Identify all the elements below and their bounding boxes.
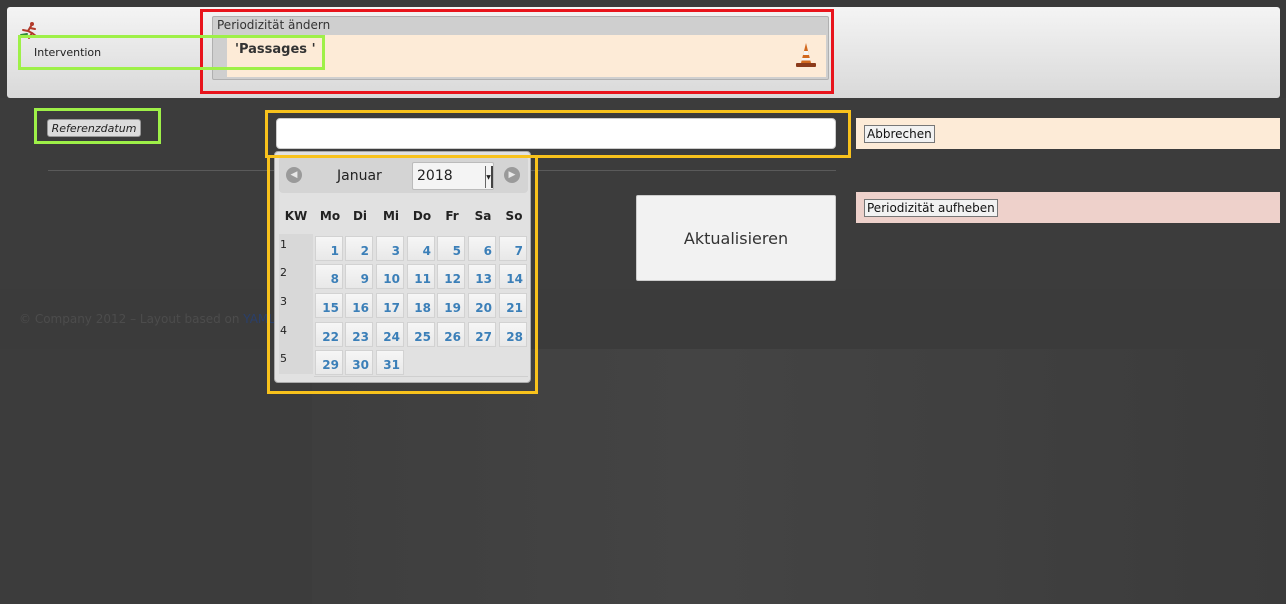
datepicker: ◀ Januar 2018 ▼ ▶ KW Mo Di Mi Do Fr Sa So 1 1 2 3 4 5…	[274, 151, 531, 383]
datepicker-header: ◀ Januar 2018 ▼ ▶	[279, 156, 528, 193]
week-number: 2	[280, 266, 287, 279]
chevron-right-icon[interactable]: ▶	[504, 167, 520, 183]
intervention-label: Intervention	[34, 46, 102, 59]
day-cell[interactable]: 27	[468, 322, 496, 347]
day-cell[interactable]: 19	[437, 293, 465, 318]
day-cell[interactable]: 3	[376, 236, 404, 261]
reference-date-input[interactable]	[276, 118, 836, 149]
day-cell[interactable]: 12	[437, 264, 465, 289]
day-cell[interactable]: 5	[437, 236, 465, 261]
day-cell[interactable]: 2	[345, 236, 373, 261]
runner-logo-icon	[20, 22, 37, 39]
weekday-header: Mo	[319, 209, 341, 223]
day-cell[interactable]: 30	[345, 350, 373, 375]
weekday-header: Sa	[474, 209, 492, 223]
datepicker-year-select[interactable]: 2018 ▼	[412, 162, 494, 190]
cancel-button[interactable]: Abbrechen	[864, 125, 935, 143]
day-cell[interactable]: 22	[315, 322, 343, 347]
day-cell[interactable]: 17	[376, 293, 404, 318]
remove-periodicity-button[interactable]: Periodizität aufheben	[864, 199, 998, 217]
periodicity-item: 'Passages '	[227, 35, 826, 77]
day-cell[interactable]: 28	[499, 322, 527, 347]
grid-bottom-line	[314, 376, 528, 377]
day-cell[interactable]: 21	[499, 293, 527, 318]
footer-text: © Company 2012 – Layout based on	[19, 312, 244, 326]
day-cell[interactable]: 25	[407, 322, 435, 347]
day-cell[interactable]: 11	[407, 264, 435, 289]
periodicity-title: Periodizität ändern	[217, 18, 331, 32]
day-cell[interactable]: 26	[437, 322, 465, 347]
traffic-cone-icon	[796, 43, 816, 67]
footer-link[interactable]: YAML	[243, 312, 275, 326]
day-cell[interactable]: 6	[468, 236, 496, 261]
day-cell[interactable]: 9	[345, 264, 373, 289]
day-cell[interactable]: 31	[376, 350, 404, 375]
day-cell[interactable]: 13	[468, 264, 496, 289]
week-number: 5	[280, 352, 287, 365]
datepicker-month: Januar	[337, 168, 382, 184]
day-cell[interactable]: 23	[345, 322, 373, 347]
periodicity-panel: Periodizität ändern 'Passages '	[212, 16, 829, 80]
update-button[interactable]: Aktualisieren	[636, 195, 836, 281]
day-cell[interactable]: 10	[376, 264, 404, 289]
chevron-down-icon: ▼	[485, 166, 493, 188]
weekday-header: Do	[412, 209, 432, 223]
datepicker-year: 2018	[417, 168, 453, 184]
remove-periodicity-row: Periodizität aufheben	[856, 192, 1280, 223]
footer: © Company 2012 – Layout based on YAML	[19, 312, 275, 326]
page-background-lower	[312, 349, 1286, 604]
day-cell[interactable]: 8	[315, 264, 343, 289]
day-cell[interactable]: 18	[407, 293, 435, 318]
cancel-row: Abbrechen	[856, 118, 1280, 149]
weekday-header: Fr	[445, 209, 459, 223]
day-cell[interactable]: 14	[499, 264, 527, 289]
day-cell[interactable]: 1	[315, 236, 343, 261]
day-cell[interactable]: 4	[407, 236, 435, 261]
week-number: 3	[280, 295, 287, 308]
item-name: 'Passages '	[235, 42, 316, 57]
weekday-header: Mi	[382, 209, 400, 223]
week-header: KW	[284, 209, 308, 223]
header-bar: Intervention Periodizität ändern 'Passag…	[7, 7, 1280, 98]
day-cell[interactable]: 16	[345, 293, 373, 318]
chevron-left-icon[interactable]: ◀	[286, 167, 302, 183]
weekday-header: Di	[352, 209, 368, 223]
weekday-header: So	[505, 209, 523, 223]
day-cell[interactable]: 20	[468, 293, 496, 318]
day-cell[interactable]: 7	[499, 236, 527, 261]
reference-date-button[interactable]: Referenzdatum	[47, 119, 141, 137]
week-number: 4	[280, 324, 287, 337]
week-number: 1	[280, 238, 287, 251]
day-cell[interactable]: 15	[315, 293, 343, 318]
day-cell[interactable]: 29	[315, 350, 343, 375]
day-cell[interactable]: 24	[376, 322, 404, 347]
